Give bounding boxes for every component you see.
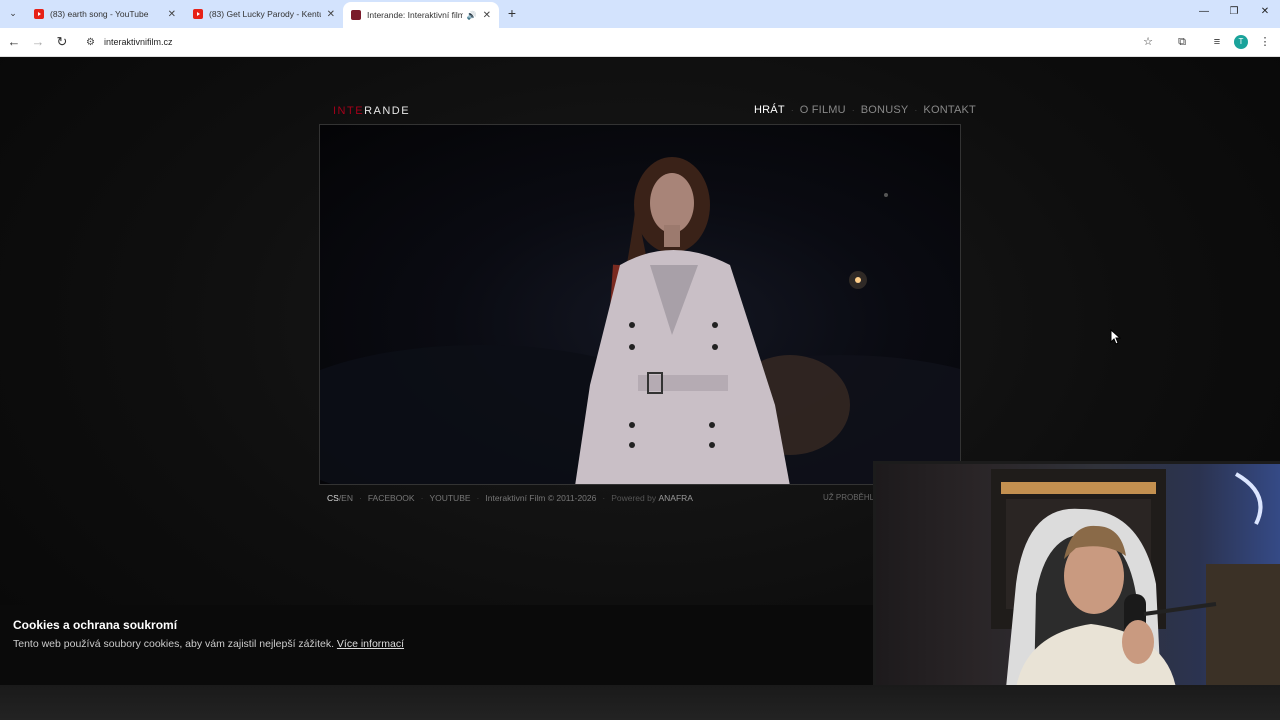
forward-icon[interactable]: →	[30, 34, 46, 50]
webcam-overlay	[873, 461, 1280, 685]
browser-tab-earth-song[interactable]: (83) earth song - YouTube ✕	[26, 2, 184, 26]
tab-title: (83) earth song - YouTube	[50, 9, 149, 19]
bottom-strip	[0, 685, 1280, 720]
footer-separator: ·	[420, 493, 424, 503]
already-happened-link[interactable]: UŽ PROBĚHLO	[823, 493, 880, 502]
close-icon[interactable]: ✕	[327, 9, 335, 20]
main-nav: HRÁT · O FILMU · BONUSY · KONTAKT	[754, 104, 976, 116]
close-window-icon[interactable]: ✕	[1258, 6, 1272, 17]
back-icon[interactable]: ←	[6, 34, 22, 50]
nav-item-kontakt[interactable]: KONTAKT	[923, 104, 976, 116]
browser-toolbar: ← → ↻ ⚙ interaktivnifilm.cz ☆ ⧉ ≡ T ⋮	[0, 28, 1280, 57]
nav-item-o-filmu[interactable]: O FILMU	[800, 104, 846, 116]
reload-icon[interactable]: ↻	[54, 34, 70, 50]
nav-separator: ·	[790, 105, 794, 115]
address-bar[interactable]: ⚙ interaktivnifilm.cz	[78, 31, 1168, 53]
footer-separator: ·	[476, 493, 480, 503]
footer-separator: ·	[602, 493, 606, 503]
interande-icon	[351, 10, 361, 20]
close-icon[interactable]: ✕	[168, 9, 176, 20]
close-icon[interactable]: ✕	[483, 10, 491, 21]
site-logo[interactable]: INTERANDE	[333, 105, 410, 117]
speaker-icon[interactable]: 🔊	[467, 11, 477, 20]
webcam-image	[991, 469, 1280, 685]
site-info-icon[interactable]: ⚙	[86, 37, 95, 48]
logo-red-part: INTE	[333, 105, 365, 117]
minimize-icon[interactable]: —	[1197, 6, 1211, 17]
browser-tab-strip: ⌄ (83) earth song - YouTube ✕ (83) Get L…	[0, 0, 1280, 28]
extensions-icon[interactable]: ⧉	[1174, 34, 1190, 50]
footer-separator: ·	[358, 493, 362, 503]
site-footer: CS/EN · FACEBOOK · YOUTUBE · Interaktivn…	[327, 493, 693, 503]
tab-title: Interande: Interaktivní film	[367, 10, 463, 20]
nav-item-bonusy[interactable]: BONUSY	[861, 104, 909, 116]
youtube-link[interactable]: YOUTUBE	[429, 493, 470, 503]
mouse-cursor-icon	[1110, 329, 1122, 345]
lang-en-link[interactable]: /EN	[339, 493, 353, 503]
bookmark-star-icon[interactable]: ☆	[1140, 34, 1156, 50]
cookie-text-row: Tento web používá soubory cookies, aby v…	[13, 638, 404, 650]
nav-separator: ·	[851, 105, 855, 115]
nav-item-hrat[interactable]: HRÁT	[754, 104, 785, 116]
video-frame	[320, 157, 960, 484]
video-player[interactable]	[319, 124, 961, 485]
cookie-title: Cookies a ochrana soukromí	[13, 618, 178, 632]
lang-cs-link[interactable]: CS	[327, 493, 339, 503]
logo-white-part: RANDE	[364, 105, 411, 117]
media-control-icon[interactable]: ≡	[1209, 34, 1225, 50]
youtube-icon	[193, 9, 203, 19]
copyright-text: Interaktivní Film © 2011-2026	[485, 493, 597, 503]
facebook-link[interactable]: FACEBOOK	[368, 493, 415, 503]
url-text: interaktivnifilm.cz	[103, 37, 173, 47]
browser-tab-interande[interactable]: Interande: Interaktivní film 🔊 ✕	[343, 2, 499, 28]
menu-icon[interactable]: ⋮	[1257, 34, 1273, 50]
new-tab-button[interactable]: +	[505, 5, 519, 21]
nav-separator: ·	[914, 105, 918, 115]
anafra-link[interactable]: ANAFRA	[658, 493, 692, 503]
profile-avatar[interactable]: T	[1234, 35, 1248, 49]
powered-by-text: Powered by	[611, 493, 657, 503]
tab-title: (83) Get Lucky Parody - Kentuc	[209, 9, 321, 19]
browser-tab-get-lucky[interactable]: (83) Get Lucky Parody - Kentuc ✕	[185, 2, 343, 26]
cookie-more-info-link[interactable]: Více informací	[337, 638, 404, 650]
tab-search-icon[interactable]: ⌄	[4, 4, 22, 22]
cookie-text: Tento web používá soubory cookies, aby v…	[13, 638, 334, 650]
restore-icon[interactable]: ❐	[1227, 6, 1241, 17]
youtube-icon	[34, 9, 44, 19]
